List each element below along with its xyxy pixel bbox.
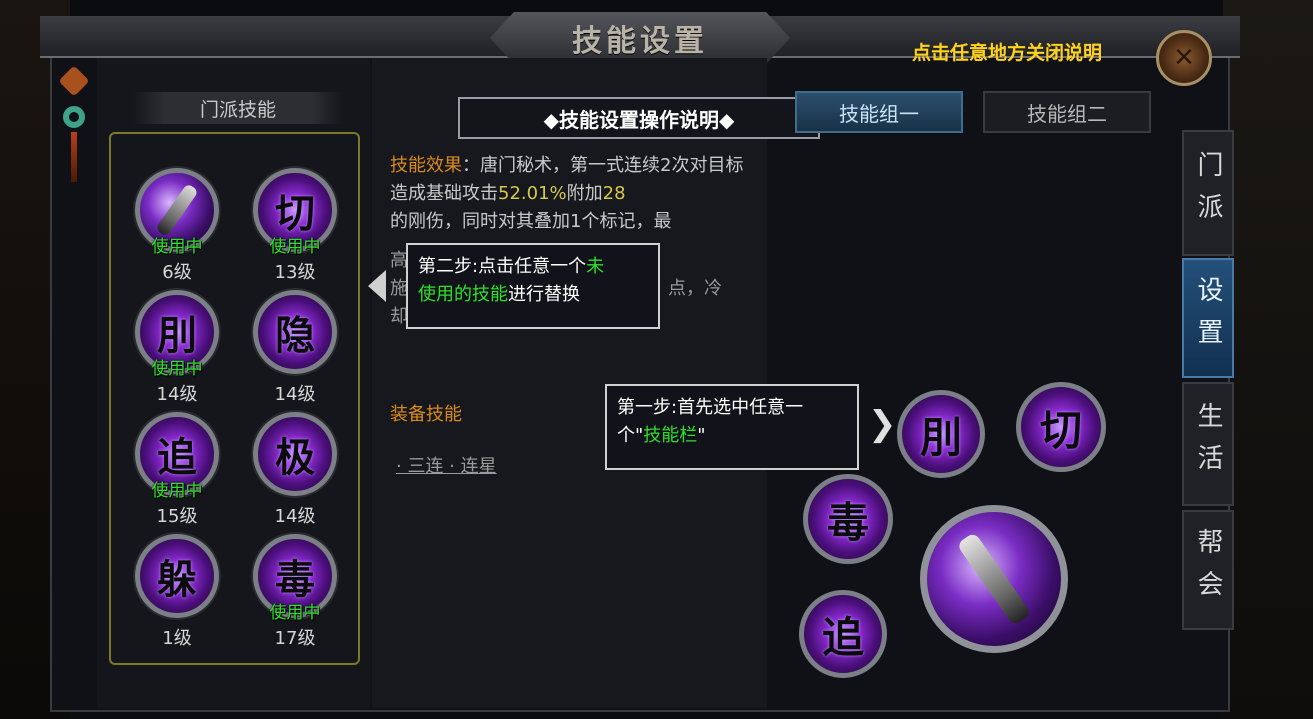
side-tab-label: 帮会 (1193, 528, 1223, 612)
tip-text: 第二步:点击任意一个 (418, 256, 587, 277)
skill-level: 1级 (162, 628, 192, 649)
skill-slot[interactable]: 刖 使用中 14级 (127, 290, 227, 420)
side-tab-label: 生活 (1193, 402, 1223, 486)
step2-tip: 第二步:点击任意一个未使用的技能进行替换 (406, 243, 660, 329)
skill-glyph: 切 (275, 190, 315, 237)
close-button[interactable]: ✕ (1156, 30, 1212, 86)
skill-level: 14级 (156, 384, 198, 405)
skill-level: 15级 (156, 506, 198, 527)
window-title: 技能设置 (572, 24, 708, 59)
sect-skills-grid: 使用中 6级 切 使用中 13级 刖 使用中 14级 隐 14级 追 使用中 1… (109, 132, 360, 665)
skill-glyph: 刖 (157, 312, 197, 359)
in-use-badge: 使用中 (151, 237, 203, 257)
skill-slot[interactable]: 隐 14级 (245, 290, 345, 420)
tip-text: 进行替换 (508, 284, 580, 305)
skill-bar-slot[interactable]: 刖 (897, 390, 985, 478)
effect-text: 的刚伤，同时对其叠加1个标记，最 (390, 211, 672, 232)
skill-level: 6级 (162, 262, 192, 283)
effect-label: 技能效果 (390, 155, 462, 176)
skill-description: 技能效果：唐门秘术，第一式连续2次对目标造成基础攻击52.01%附加28 的刚伤，… (390, 152, 760, 236)
tip-highlight: 技能栏 (643, 425, 698, 446)
in-use-badge: 使用中 (269, 237, 321, 257)
equip-skills-header: 装备技能 (390, 404, 462, 425)
skill-glyph: 切 (1039, 405, 1082, 455)
tip-highlight: 使用的技能 (418, 284, 508, 305)
tab-skill-group-1[interactable]: 技能组一 (795, 91, 963, 133)
skill-slot[interactable]: 切 使用中 13级 (245, 168, 345, 298)
chevron-right-icon: ❯ (868, 404, 897, 444)
skill-bar-slot[interactable]: 毒 (803, 474, 893, 564)
tip-text: 个" (617, 425, 644, 446)
skill-slot[interactable]: 毒 使用中 17级 (245, 534, 345, 664)
skill-glyph: 毒 (275, 556, 315, 603)
window-title-plate: 技能设置 (490, 12, 790, 64)
in-use-badge: 使用中 (151, 481, 203, 501)
sword-art-icon[interactable] (920, 505, 1068, 653)
in-use-badge: 使用中 (269, 603, 321, 623)
skill-glyph: 追 (157, 434, 197, 481)
tab-skill-group-2[interactable]: 技能组二 (983, 91, 1151, 133)
tip-arrow-left-icon (368, 270, 386, 302)
side-tab-life[interactable]: 生活 (1182, 382, 1234, 506)
skill-icon: 隐 (253, 290, 337, 374)
sect-skills-title: 门派技能 (199, 98, 276, 121)
skill-icon: 躲 (135, 534, 219, 618)
close-hint[interactable]: 点击任意地方关闭说明 (912, 38, 1102, 65)
tip-text: " (697, 425, 706, 446)
skill-glyph: 刖 (919, 412, 962, 462)
skill-slot[interactable]: 躲 1级 (127, 534, 227, 664)
effect-text: 附加 (566, 183, 603, 204)
skill-glyph: 隐 (275, 312, 315, 359)
side-tab-sect[interactable]: 门派 (1182, 130, 1234, 256)
tip-highlight: 未 (586, 256, 605, 277)
in-use-badge: 使用中 (151, 359, 203, 379)
skill-bar-slot[interactable]: 追 (799, 590, 887, 678)
description-fragment: 点，冷 (668, 278, 722, 299)
skill-level: 17级 (274, 628, 316, 649)
skill-glyph: 躲 (157, 556, 197, 603)
x-icon: ✕ (1173, 43, 1195, 73)
skill-glyph: 毒 (826, 497, 869, 547)
skill-icon: 极 (253, 412, 337, 496)
skill-slot[interactable]: 使用中 6级 (127, 168, 227, 298)
skill-level: 14级 (274, 384, 316, 405)
jade-ornament-icon (58, 65, 90, 190)
equip-skill-link[interactable]: · 三连 · 连星 (396, 452, 497, 478)
effect-number: 28 (602, 183, 626, 204)
side-tab-guild[interactable]: 帮会 (1182, 510, 1234, 630)
skill-bar-slot[interactable]: 切 (1016, 382, 1106, 472)
side-tab-label: 设置 (1193, 276, 1223, 360)
skill-level: 13级 (274, 262, 316, 283)
side-tab-settings[interactable]: 设置 (1182, 258, 1234, 378)
step1-tip: 第一步:首先选中任意一 个"技能栏" (605, 384, 859, 470)
skill-level: 14级 (274, 506, 316, 527)
skill-slot[interactable]: 追 使用中 15级 (127, 412, 227, 542)
instructions-title: ◆技能设置操作说明◆ (458, 97, 820, 139)
sect-skills-header: 门派技能 (133, 92, 343, 124)
tip-text: 第一步:首先选中任意一 (617, 397, 804, 418)
skill-slot[interactable]: 极 14级 (245, 412, 345, 542)
side-tab-label: 门派 (1193, 151, 1223, 235)
skill-glyph: 极 (275, 434, 315, 481)
effect-percent: 52.01% (498, 183, 567, 204)
skill-glyph: 追 (821, 612, 864, 662)
effect-separator: ： (462, 155, 480, 176)
